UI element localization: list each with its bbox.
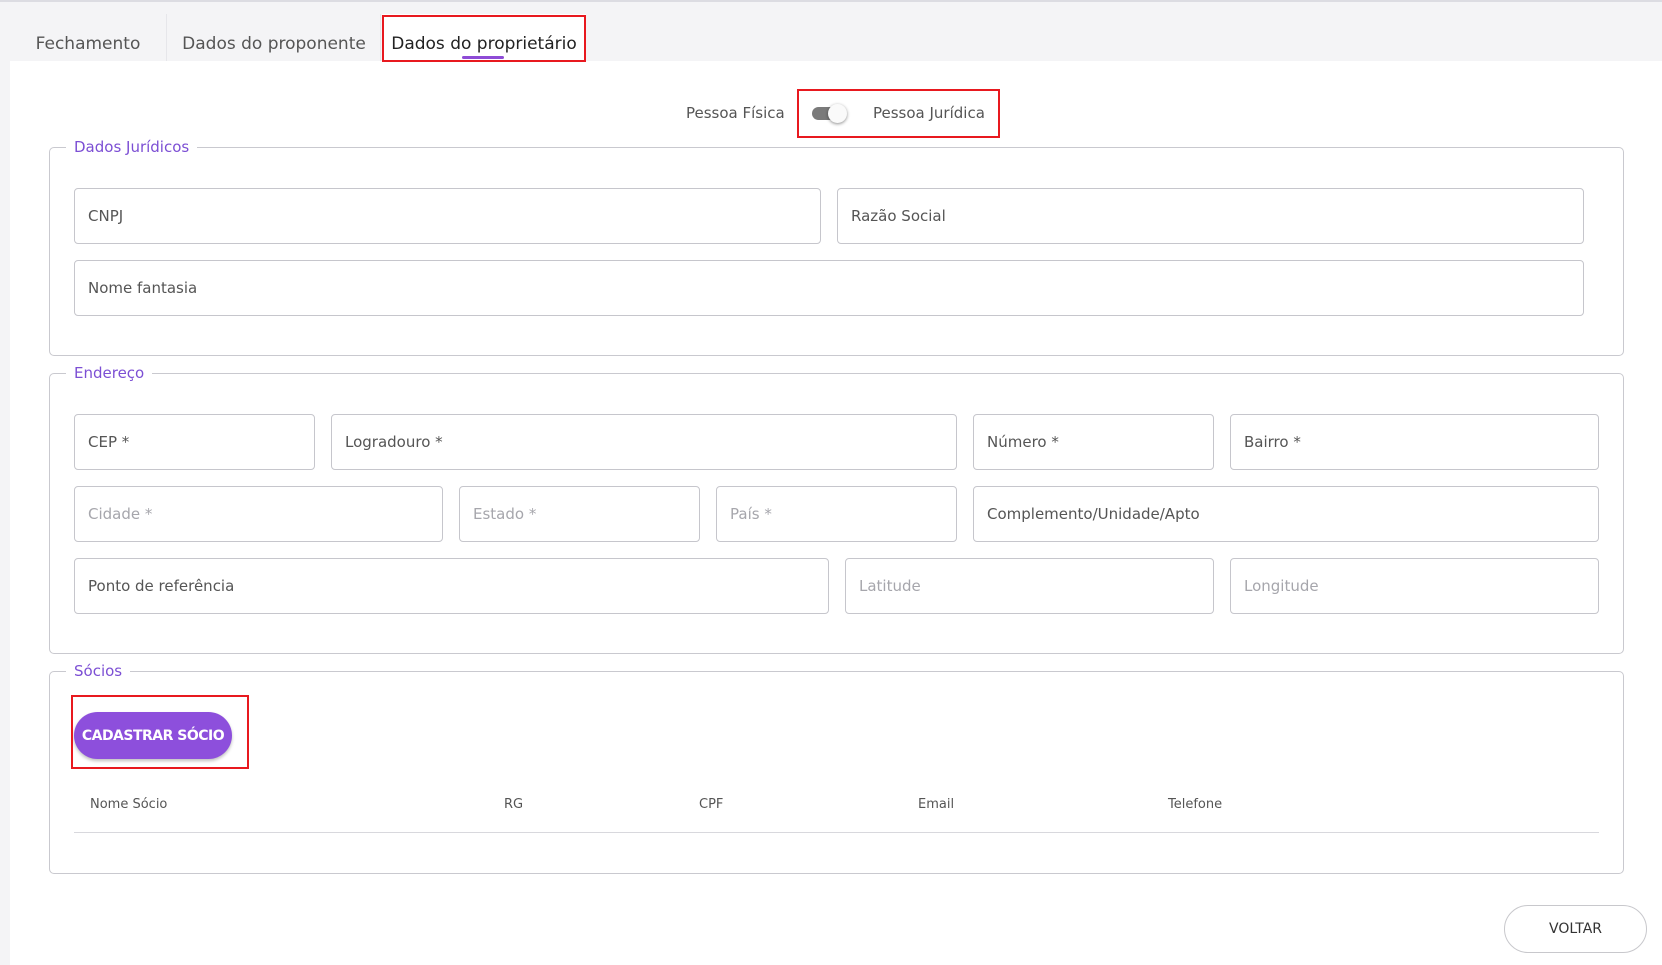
table-divider	[74, 832, 1599, 833]
column-header-cpf: CPF	[699, 797, 724, 812]
ponto-referencia-field[interactable]	[74, 558, 829, 614]
voltar-button[interactable]: VOLTAR	[1504, 905, 1647, 953]
column-header-rg: RG	[504, 797, 524, 812]
razao-social-field[interactable]	[837, 188, 1584, 244]
bairro-field[interactable]	[1230, 414, 1599, 470]
endereco-legend: Endereço	[66, 364, 153, 382]
cnpj-field[interactable]	[74, 188, 821, 244]
numero-field[interactable]	[973, 414, 1214, 470]
tab-dados-proponente[interactable]: Dados do proponente	[168, 14, 381, 61]
cidade-field[interactable]	[74, 486, 443, 542]
complemento-field[interactable]	[973, 486, 1599, 542]
dados-juridicos-legend: Dados Jurídicos	[66, 138, 198, 156]
highlight-cadastrar-socio	[71, 695, 249, 769]
column-header-email: Email	[918, 797, 955, 812]
highlight-toggle	[797, 89, 1000, 138]
latitude-field[interactable]	[845, 558, 1214, 614]
socios-legend: Sócios	[66, 662, 131, 680]
estado-field[interactable]	[459, 486, 700, 542]
longitude-field[interactable]	[1230, 558, 1599, 614]
column-header-nome-socio: Nome Sócio	[90, 797, 168, 812]
logradouro-field[interactable]	[331, 414, 957, 470]
pais-field[interactable]	[716, 486, 957, 542]
socios-section: Sócios	[49, 662, 1624, 874]
pessoa-fisica-label: Pessoa Física	[686, 104, 785, 122]
cep-field[interactable]	[74, 414, 315, 470]
dados-juridicos-section: Dados Jurídicos	[49, 138, 1624, 356]
highlight-active-tab	[382, 15, 586, 62]
nome-fantasia-field[interactable]	[74, 260, 1584, 316]
column-header-telefone: Telefone	[1168, 797, 1223, 812]
tab-fechamento[interactable]: Fechamento	[10, 14, 167, 61]
